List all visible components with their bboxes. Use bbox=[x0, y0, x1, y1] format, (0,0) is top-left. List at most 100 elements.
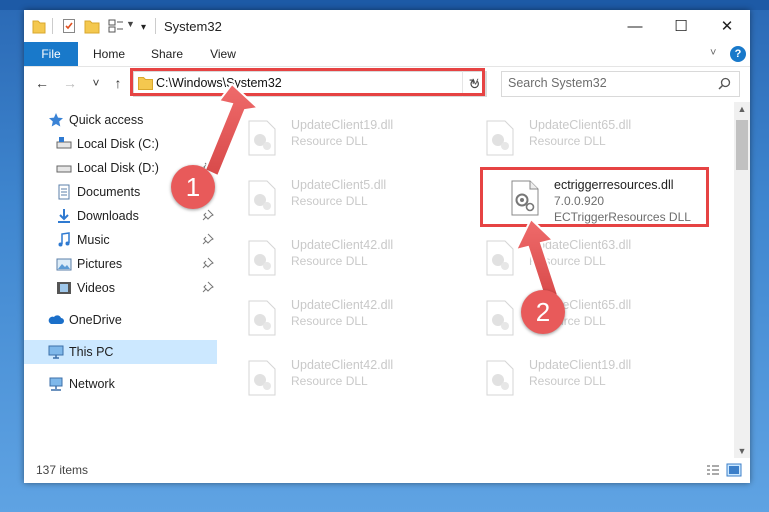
scroll-up-arrow[interactable]: ▲ bbox=[734, 102, 750, 116]
tab-share[interactable]: Share bbox=[142, 42, 192, 66]
tab-view[interactable]: View bbox=[202, 42, 244, 66]
dll-file-icon bbox=[486, 120, 514, 156]
large-icons-view-icon[interactable] bbox=[726, 463, 742, 477]
window-title: System32 bbox=[164, 19, 222, 34]
file-name: UpdateClient42.dll bbox=[291, 358, 394, 372]
properties-icon[interactable] bbox=[62, 18, 76, 34]
file-item[interactable]: UpdateClient42.dll Resource DLL bbox=[239, 230, 469, 286]
chevron-down-icon[interactable]: ˅ bbox=[710, 47, 716, 59]
file-list: UpdateClient19.dll Resource DLL UpdateCl… bbox=[239, 102, 734, 458]
file-type: Resource DLL bbox=[529, 254, 606, 268]
dll-file-icon bbox=[248, 360, 276, 396]
maximize-button[interactable]: ☐ bbox=[658, 10, 704, 42]
dll-file-icon bbox=[248, 120, 276, 156]
sidebar-item-label: Downloads bbox=[77, 209, 139, 223]
help-icon[interactable]: ? bbox=[730, 46, 746, 62]
sidebar-item-label: Quick access bbox=[69, 113, 144, 127]
sidebar-item-label: Pictures bbox=[77, 257, 123, 271]
sidebar-item-label: This PC bbox=[69, 345, 114, 359]
star-icon bbox=[49, 113, 63, 127]
ribbon-tabs: File Home Share View ˅ ? bbox=[24, 42, 750, 66]
vertical-scrollbar[interactable]: ▲ ▼ bbox=[734, 102, 750, 458]
qa-toolbar-icon[interactable]: ▾ bbox=[141, 22, 146, 33]
minimize-button[interactable]: — bbox=[612, 10, 658, 42]
cloud-icon bbox=[48, 315, 64, 324]
customize-icon[interactable] bbox=[108, 18, 124, 34]
sidebar-item-videos[interactable]: Videos bbox=[24, 276, 217, 300]
pin-icon[interactable] bbox=[202, 257, 214, 269]
file-item[interactable]: UpdateClient42.dll Resource DLL bbox=[239, 350, 469, 406]
step-1-badge: 1 bbox=[171, 165, 215, 209]
sidebar-item-music[interactable]: Music bbox=[24, 228, 217, 252]
downloads-icon bbox=[58, 209, 70, 223]
sidebar-item-this-pc[interactable]: This PC bbox=[24, 340, 217, 364]
tab-file[interactable]: File bbox=[24, 42, 78, 66]
dll-file-icon bbox=[486, 300, 514, 336]
dll-file-icon bbox=[248, 300, 276, 336]
file-item[interactable]: UpdateClient19.dll Resource DLL bbox=[477, 350, 707, 406]
up-button[interactable]: ↑ bbox=[108, 73, 128, 93]
file-name: UpdateClient19.dll bbox=[529, 358, 632, 372]
sidebar-item-local-disk-c[interactable]: Local Disk (C:) bbox=[24, 132, 217, 156]
navigation-pane: Quick access Local Disk (C:) Local Disk … bbox=[24, 102, 217, 458]
computer-icon bbox=[48, 345, 64, 359]
file-name: UpdateClient63.dll bbox=[529, 238, 632, 252]
forward-button[interactable]: → bbox=[60, 73, 80, 93]
file-type: Resource DLL bbox=[529, 134, 606, 148]
divider bbox=[155, 18, 156, 34]
qa-dropdown-icon[interactable]: ▼ bbox=[126, 19, 135, 29]
divider bbox=[52, 18, 53, 34]
file-name: UpdateClient42.dll bbox=[291, 238, 394, 252]
file-type: Resource DLL bbox=[291, 314, 368, 328]
back-button[interactable]: ← bbox=[32, 73, 52, 93]
close-button[interactable]: ✕ bbox=[704, 10, 750, 42]
pin-icon[interactable] bbox=[202, 209, 214, 221]
file-name: UpdateClient42.dll bbox=[291, 298, 394, 312]
sidebar-item-network[interactable]: Network bbox=[24, 372, 217, 396]
item-count: 137 items bbox=[36, 463, 89, 477]
sidebar-item-label: OneDrive bbox=[69, 313, 122, 327]
pin-icon[interactable] bbox=[202, 233, 214, 245]
file-type: Resource DLL bbox=[529, 374, 606, 388]
step-2-badge: 2 bbox=[521, 290, 565, 334]
search-input[interactable]: Search System32 bbox=[508, 76, 607, 90]
file-highlight-box bbox=[480, 167, 709, 227]
new-folder-icon[interactable] bbox=[84, 18, 100, 34]
pictures-icon bbox=[56, 258, 72, 271]
file-item[interactable]: UpdateClient42.dll Resource DLL bbox=[239, 290, 469, 346]
scroll-down-arrow[interactable]: ▼ bbox=[734, 444, 750, 458]
dll-file-icon bbox=[486, 240, 514, 276]
desktop-background bbox=[0, 0, 769, 10]
file-item[interactable]: UpdateClient65.dll Resource DLL bbox=[477, 110, 707, 166]
dll-file-icon bbox=[248, 180, 276, 216]
drive-icon bbox=[56, 165, 72, 173]
sidebar-item-label: Local Disk (C:) bbox=[77, 137, 159, 151]
file-type: Resource DLL bbox=[291, 254, 368, 268]
documents-icon bbox=[58, 184, 70, 200]
file-item[interactable]: UpdateClient65.dll Resource DLL bbox=[477, 290, 707, 346]
file-item[interactable]: UpdateClient19.dll Resource DLL bbox=[239, 110, 469, 166]
file-name: UpdateClient5.dll bbox=[291, 178, 387, 192]
sidebar-item-onedrive[interactable]: OneDrive bbox=[24, 308, 217, 332]
search-box[interactable]: Search System32 bbox=[501, 71, 740, 97]
file-type: Resource DLL bbox=[291, 194, 368, 208]
pin-icon[interactable] bbox=[202, 281, 214, 293]
recent-locations-button[interactable]: ˅ bbox=[86, 73, 106, 93]
file-item[interactable]: UpdateClient63.dll Resource DLL bbox=[477, 230, 707, 286]
scrollbar-thumb[interactable] bbox=[736, 120, 748, 170]
folder-icon bbox=[32, 20, 46, 34]
sidebar-item-pictures[interactable]: Pictures bbox=[24, 252, 217, 276]
file-type: Resource DLL bbox=[291, 374, 368, 388]
details-view-icon[interactable] bbox=[706, 464, 720, 476]
music-icon bbox=[58, 232, 70, 247]
file-type: Resource DLL bbox=[291, 134, 368, 148]
sidebar-item-label: Videos bbox=[77, 281, 115, 295]
sidebar-item-quick-access[interactable]: Quick access bbox=[24, 108, 217, 132]
file-item[interactable]: UpdateClient5.dll Resource DLL bbox=[239, 170, 469, 226]
videos-icon bbox=[57, 282, 71, 294]
dll-file-icon bbox=[486, 360, 514, 396]
network-icon bbox=[49, 377, 63, 391]
tab-home[interactable]: Home bbox=[86, 42, 132, 66]
sidebar-item-label: Network bbox=[69, 377, 115, 391]
ribbon-divider bbox=[24, 66, 750, 67]
